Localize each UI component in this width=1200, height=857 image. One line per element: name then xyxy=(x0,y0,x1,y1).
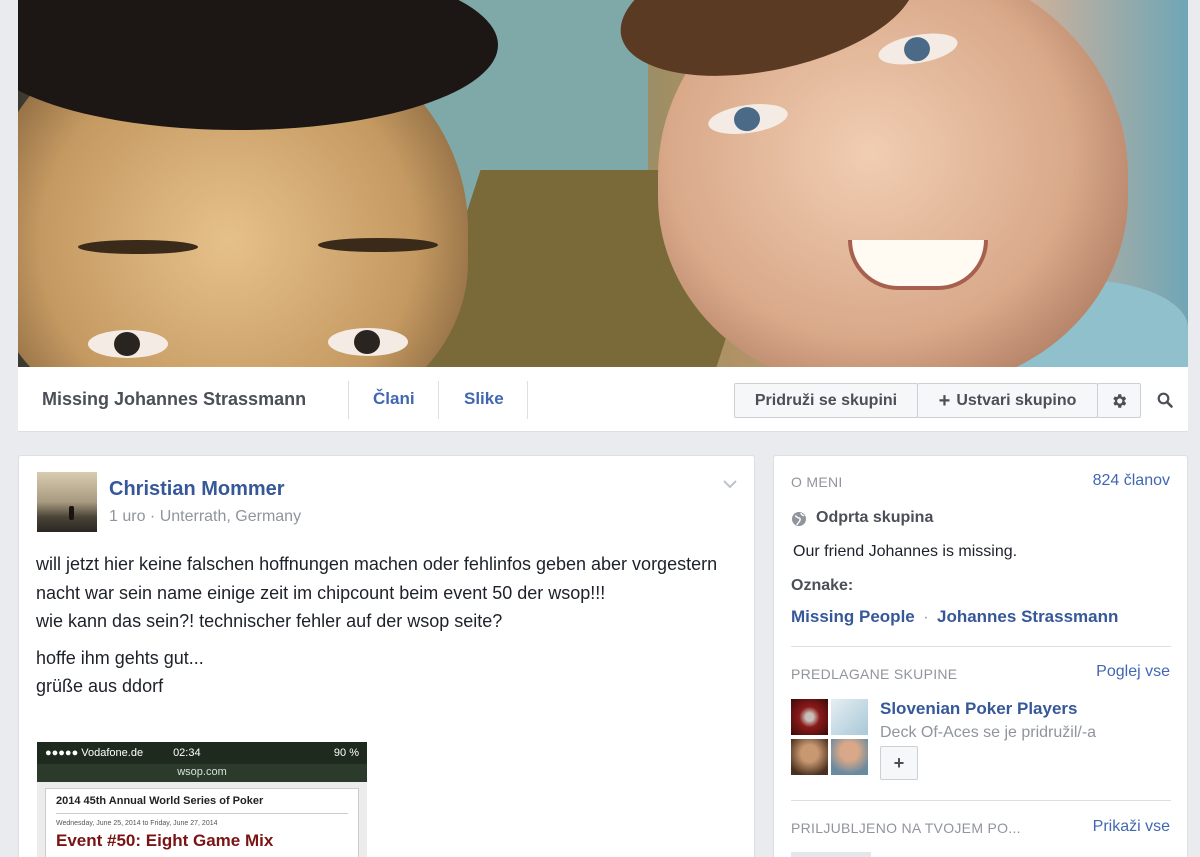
group-privacy: Odprta skupina xyxy=(816,509,934,526)
group-thumbnail xyxy=(831,699,868,735)
group-description: Our friend Johannes is missing. xyxy=(793,543,1018,560)
attachment-event-title: Event #50: Eight Game Mix xyxy=(56,831,274,850)
phone-url-bar: wsop.com xyxy=(37,764,367,782)
post-paragraph: grüße aus ddorf xyxy=(36,676,164,696)
phone-battery: 90 % xyxy=(333,747,359,759)
group-thumbnail xyxy=(831,739,868,775)
plus-icon: + xyxy=(938,389,951,412)
gear-icon xyxy=(1113,393,1127,408)
post-paragraph: hoffe ihm gehts gut... xyxy=(36,647,204,668)
join-suggested-group-button[interactable]: + xyxy=(880,746,918,780)
show-all-link[interactable]: Prikaži vse xyxy=(1093,818,1170,836)
phone-page: 2014 45th Annual World Series of Poker W… xyxy=(45,788,359,857)
author-avatar[interactable] xyxy=(37,472,97,532)
post-card: Christian Mommer 1 uro · Unterrath, Germ… xyxy=(18,455,755,857)
settings-button[interactable] xyxy=(1097,383,1141,418)
liked-section-label: PRILJUBLJENO NA TVOJEM PO... xyxy=(791,820,1021,836)
tags-label: Oznake: xyxy=(791,577,854,594)
suggested-group-name[interactable]: Slovenian Poker Players xyxy=(880,699,1078,719)
tag-link[interactable]: Missing People xyxy=(791,607,915,626)
cover-eye xyxy=(328,328,408,356)
join-group-button[interactable]: Pridruži se skupini xyxy=(734,383,918,418)
post-meta: 1 uro · Unterrath, Germany xyxy=(109,508,302,525)
suggested-group-thumbnails[interactable] xyxy=(791,699,868,775)
phone-time: 02:34 xyxy=(173,747,201,759)
create-group-button[interactable]: + Ustvari skupino xyxy=(917,383,1098,418)
cover-eye xyxy=(88,330,168,358)
group-thumbnail xyxy=(791,699,828,735)
sidebar: O MENI 824 članov Odprta skupina Our fri… xyxy=(773,455,1188,857)
search-icon[interactable] xyxy=(1157,392,1173,408)
cover-brow xyxy=(318,238,438,252)
members-count-link[interactable]: 824 članov xyxy=(1093,472,1170,490)
chevron-down-icon[interactable] xyxy=(722,478,738,490)
create-group-label: Ustvari skupino xyxy=(956,391,1077,409)
phone-status-bar: ●●●●● Vodafone.de 02:34 90 % xyxy=(37,742,367,764)
group-nav-bar: Missing Johannes Strassmann Člani Slike … xyxy=(18,367,1188,432)
group-thumbnail xyxy=(791,739,828,775)
post-body: will jetzt hier keine falschen hoffnunge… xyxy=(36,550,746,709)
join-group-label: Pridruži se skupini xyxy=(754,391,898,409)
nav-divider xyxy=(348,381,349,419)
liked-page-thumbnail[interactable] xyxy=(791,852,871,857)
nav-divider xyxy=(527,381,528,419)
tag-link[interactable]: Johannes Strassmann xyxy=(937,607,1118,626)
nav-divider xyxy=(438,381,439,419)
tab-members[interactable]: Člani xyxy=(373,389,415,409)
suggested-groups-label: PREDLAGANE SKUPINE xyxy=(791,666,958,682)
see-all-link[interactable]: Poglej vse xyxy=(1096,663,1170,681)
group-title[interactable]: Missing Johannes Strassmann xyxy=(42,389,306,410)
section-divider xyxy=(791,800,1171,801)
attachment-dates: Wednesday, June 25, 2014 to Friday, June… xyxy=(56,820,218,827)
post-paragraph: wie kann das sein?! technischer fehler a… xyxy=(36,611,503,631)
tab-photos[interactable]: Slike xyxy=(464,389,504,409)
attachment-heading: 2014 45th Annual World Series of Poker xyxy=(56,795,348,814)
post-paragraph: will jetzt hier keine falschen hoffnunge… xyxy=(36,554,718,603)
section-divider xyxy=(791,646,1171,647)
about-section-label: O MENI xyxy=(791,474,843,490)
cover-photo xyxy=(18,0,1188,367)
post-attachment-image[interactable]: ●●●●● Vodafone.de 02:34 90 % wsop.com 20… xyxy=(37,742,367,857)
suggested-group-activity: Deck Of-Aces se je pridružil/-a xyxy=(880,724,1097,741)
tags-list: Missing People · Johannes Strassmann xyxy=(791,607,1118,627)
post-author-name[interactable]: Christian Mommer xyxy=(109,478,285,501)
globe-icon xyxy=(792,512,806,526)
tag-separator: · xyxy=(923,609,929,626)
phone-carrier: ●●●●● Vodafone.de xyxy=(45,747,144,759)
cover-brow xyxy=(78,240,198,254)
